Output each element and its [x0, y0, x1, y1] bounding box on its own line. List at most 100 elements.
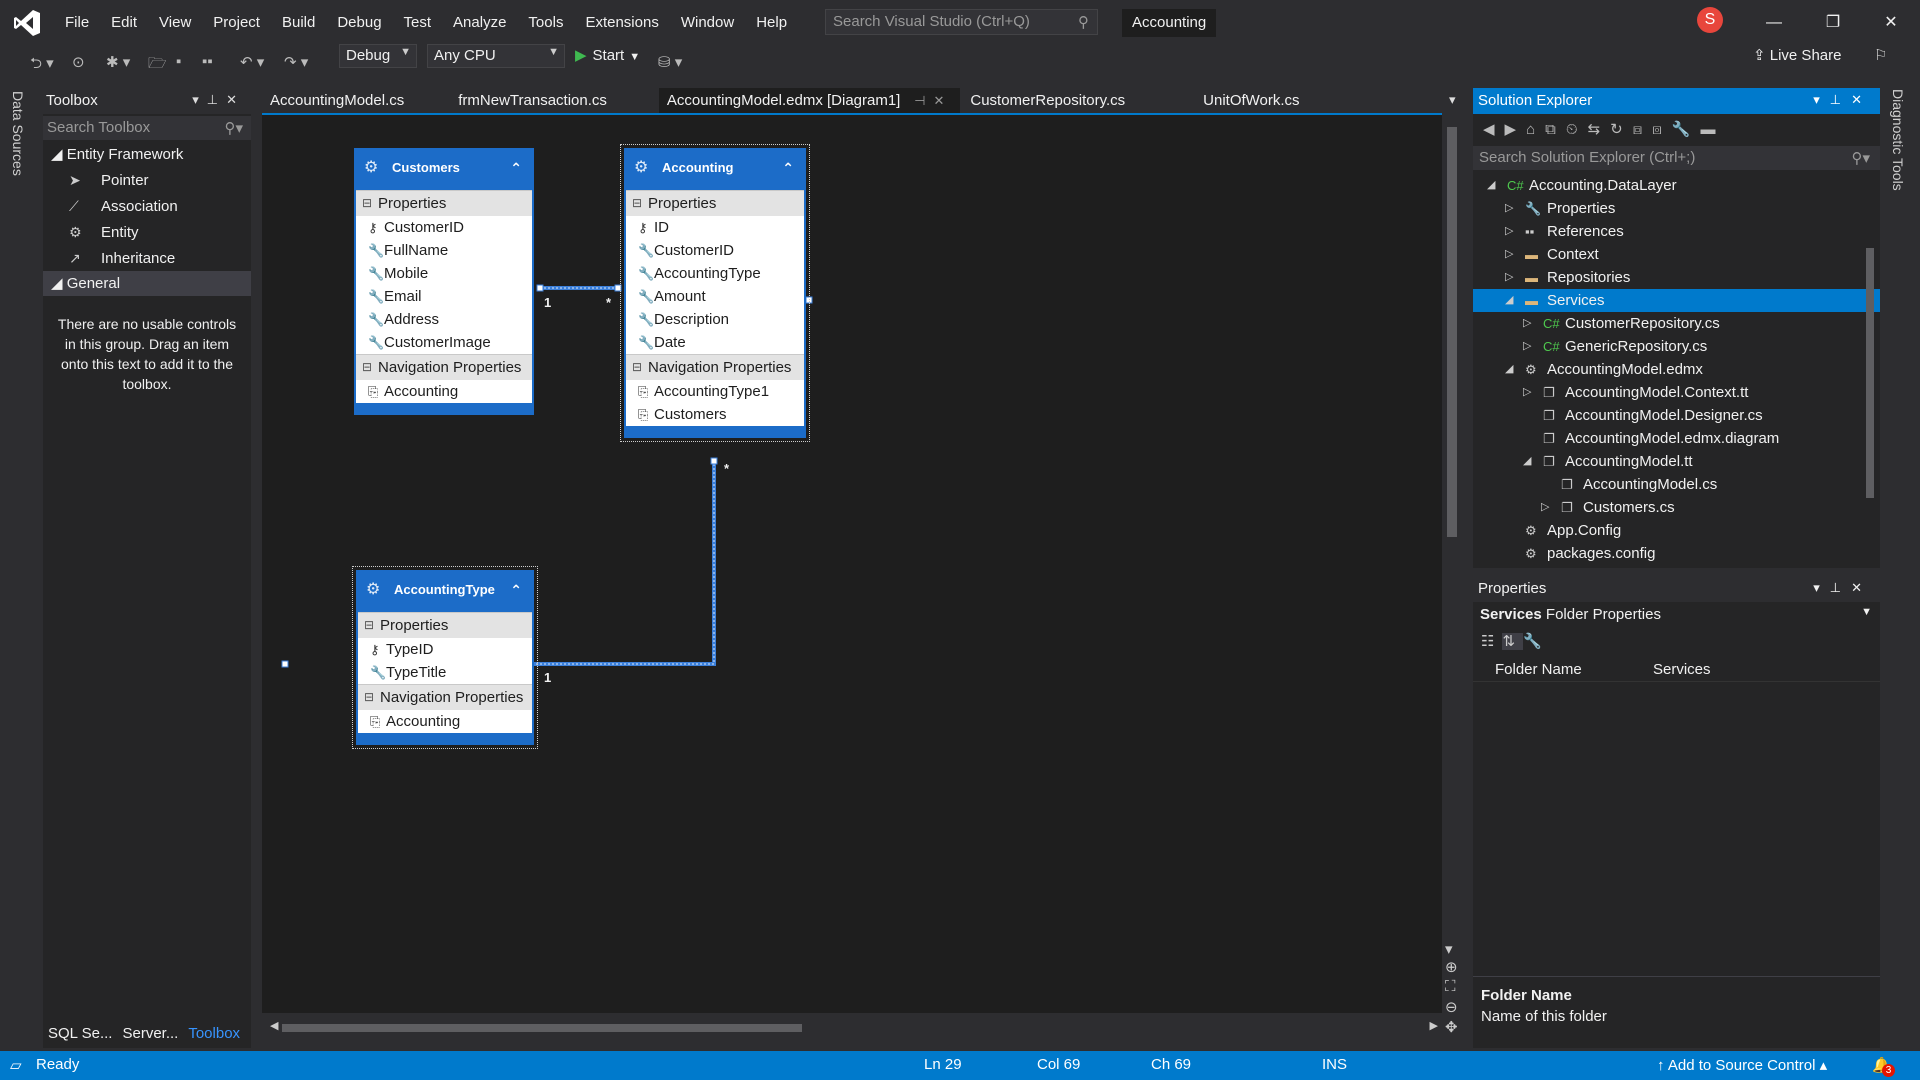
entity-property[interactable]: 🔧 TypeTitle: [358, 661, 532, 684]
output-window-icon[interactable]: ▱: [10, 1056, 22, 1074]
collapsed-arrow-icon[interactable]: ▷: [1523, 312, 1531, 335]
expanded-arrow-icon[interactable]: ◢: [1505, 358, 1513, 381]
entity-accounting-type[interactable]: ⚙ AccountingType ⌃ Properties ⚷ TypeID 🔧T…: [352, 566, 538, 749]
menu-project[interactable]: Project: [202, 0, 271, 45]
entity-property[interactable]: 🔧 Date: [626, 331, 804, 354]
tab-server-explorer[interactable]: Server...: [117, 1025, 183, 1042]
properties-section-header[interactable]: Properties: [626, 190, 804, 216]
toolbox-item-entity[interactable]: ⚙ Entity: [43, 219, 251, 245]
collapse-icon[interactable]: ⌃: [510, 572, 522, 608]
close-icon[interactable]: ✕: [933, 93, 952, 108]
tab-customerrepository-cs[interactable]: CustomerRepository.cs: [962, 88, 1133, 113]
toolbox-item-association[interactable]: ⟋ Association: [43, 193, 251, 219]
tree-item[interactable]: ◢ ⚙ AccountingModel.edmx: [1473, 358, 1880, 381]
tree-item[interactable]: ▷ ❐ AccountingModel.Context.tt: [1473, 381, 1880, 404]
new-project-icon[interactable]: ✱ ▾: [106, 53, 130, 75]
entity-customers[interactable]: ⚙ Customers ⌃ Properties ⚷CustomerID 🔧Fu…: [354, 148, 534, 415]
tree-item[interactable]: ◢ ❐ AccountingModel.tt: [1473, 450, 1880, 473]
diagram-vertical-scrollbar[interactable]: [1442, 113, 1462, 1013]
tree-item[interactable]: ◢ C# Accounting.DataLayer: [1473, 174, 1880, 197]
restore-button[interactable]: ❐: [1810, 0, 1856, 45]
save-all-icon[interactable]: ▪▪: [202, 53, 213, 75]
entity-property[interactable]: 🔧 Address: [356, 308, 532, 331]
close-icon[interactable]: ✕: [1851, 580, 1872, 595]
collapsed-arrow-icon[interactable]: ▷: [1505, 243, 1513, 266]
entity-header[interactable]: ⚙ Customers ⌃: [356, 150, 532, 190]
preview-icon[interactable]: ▬: [1701, 121, 1726, 138]
menu-debug[interactable]: Debug: [326, 0, 392, 45]
tab-overflow-icon[interactable]: ▾: [1449, 92, 1456, 108]
property-value[interactable]: Services: [1653, 658, 1711, 681]
navigation-section-header[interactable]: Navigation Properties: [626, 354, 804, 380]
tree-item[interactable]: ⚙ App.Config: [1473, 519, 1880, 542]
property-row[interactable]: Folder Name Services: [1473, 658, 1880, 682]
pin-icon[interactable]: ⊥: [1830, 580, 1851, 595]
add-to-source-control-button[interactable]: ↑ Add to Source Control ▴: [1657, 1056, 1827, 1074]
tab-toolbox[interactable]: Toolbox: [183, 1025, 245, 1042]
collapsed-arrow-icon[interactable]: ▷: [1541, 496, 1549, 519]
data-sources-tab[interactable]: Data Sources: [10, 91, 26, 176]
minimize-button[interactable]: —: [1751, 0, 1797, 45]
forward-icon[interactable]: ▶: [1505, 121, 1527, 138]
menu-extensions[interactable]: Extensions: [574, 0, 669, 45]
back-icon[interactable]: ◀: [1483, 121, 1505, 138]
collapse-icon[interactable]: ⌃: [782, 150, 794, 186]
navigation-property[interactable]: ⎘ AccountingType1: [626, 380, 804, 403]
menu-window[interactable]: Window: [670, 0, 745, 45]
entity-property[interactable]: 🔧 Description: [626, 308, 804, 331]
collapse-icon[interactable]: ⌃: [510, 150, 522, 186]
notifications-button[interactable]: 🔔 3: [1872, 1056, 1895, 1077]
tree-item[interactable]: ◢ ▬ Services: [1473, 289, 1880, 312]
entity-property[interactable]: 🔧 Email: [356, 285, 532, 308]
visual-studio-logo-icon[interactable]: [12, 8, 42, 38]
pin-icon[interactable]: ⊥: [207, 92, 226, 107]
entity-property[interactable]: 🔧 CustomerID: [626, 239, 804, 262]
menu-analyze[interactable]: Analyze: [442, 0, 517, 45]
tree-item[interactable]: ▷ ▬ Context: [1473, 243, 1880, 266]
switch-views-icon[interactable]: ⧉: [1545, 121, 1566, 138]
attach-icon[interactable]: ⛁ ▾: [658, 53, 682, 75]
pin-icon[interactable]: ⊣: [914, 93, 933, 108]
collapsed-arrow-icon[interactable]: ▷: [1505, 266, 1513, 289]
tree-item[interactable]: ▷ 🔧 Properties: [1473, 197, 1880, 220]
avatar[interactable]: S: [1697, 7, 1723, 33]
entity-property[interactable]: 🔧 CustomerImage: [356, 331, 532, 354]
entity-header[interactable]: ⚙ Accounting ⌃: [626, 150, 804, 190]
open-icon[interactable]: 🗁: [148, 53, 167, 75]
entity-key-property[interactable]: ⚷ ID: [626, 216, 804, 239]
properties-section-header[interactable]: Properties: [356, 190, 532, 216]
live-share-button[interactable]: ⇪ Live Share: [1753, 46, 1841, 64]
back-icon[interactable]: ⮌ ▾: [30, 53, 54, 75]
dropdown-icon[interactable]: ▾: [192, 92, 207, 107]
tree-item[interactable]: ❐ AccountingModel.edmx.diagram: [1473, 427, 1880, 450]
tab-unitofwork-cs[interactable]: UnitOfWork.cs: [1195, 88, 1307, 113]
pin-icon[interactable]: ⊥: [1830, 92, 1851, 107]
tree-item[interactable]: ⚙ packages.config: [1473, 542, 1880, 565]
entity-property[interactable]: 🔧 Amount: [626, 285, 804, 308]
tree-item[interactable]: ❐ AccountingModel.cs: [1473, 473, 1880, 496]
expanded-arrow-icon[interactable]: ◢: [1523, 450, 1531, 473]
menu-test[interactable]: Test: [393, 0, 443, 45]
dropdown-icon[interactable]: ▾: [1813, 580, 1830, 595]
collapsed-arrow-icon[interactable]: ▷: [1505, 220, 1513, 243]
tree-item[interactable]: ▷ C# CustomerRepository.cs: [1473, 312, 1880, 335]
diagram-horizontal-scrollbar[interactable]: ◀ ▶: [262, 1018, 1442, 1038]
toolbox-group-entity-framework[interactable]: ◢ Entity Framework: [43, 142, 251, 167]
toolbox-item-pointer[interactable]: ➤ Pointer: [43, 167, 251, 193]
menu-file[interactable]: File: [54, 0, 100, 45]
entity-header[interactable]: ⚙ AccountingType ⌃: [358, 572, 532, 612]
entity-key-property[interactable]: ⚷ TypeID: [358, 638, 532, 661]
collapsed-arrow-icon[interactable]: ▷: [1505, 197, 1513, 220]
close-icon[interactable]: ✕: [1851, 92, 1872, 107]
dropdown-icon[interactable]: ▾: [1813, 92, 1830, 107]
toolbox-item-inheritance[interactable]: ↗ Inheritance: [43, 245, 251, 271]
solution-explorer-search-input[interactable]: Search Solution Explorer (Ctrl+;) ⚲▾: [1473, 146, 1880, 170]
entity-accounting[interactable]: ⚙ Accounting ⌃ Properties ⚷ID 🔧CustomerI…: [620, 144, 810, 442]
tree-item[interactable]: ❐ AccountingModel.Designer.cs: [1473, 404, 1880, 427]
expanded-arrow-icon[interactable]: ◢: [1487, 174, 1495, 197]
tree-item[interactable]: ▷ ❐ Customers.cs: [1473, 496, 1880, 519]
navigation-section-header[interactable]: Navigation Properties: [358, 684, 532, 710]
vs-search-input[interactable]: Search Visual Studio (Ctrl+Q) ⚲: [825, 9, 1098, 35]
toolbox-search-input[interactable]: Search Toolbox ⚲▾: [43, 116, 251, 140]
tab-accountingmodel-cs[interactable]: AccountingModel.cs: [262, 88, 412, 113]
